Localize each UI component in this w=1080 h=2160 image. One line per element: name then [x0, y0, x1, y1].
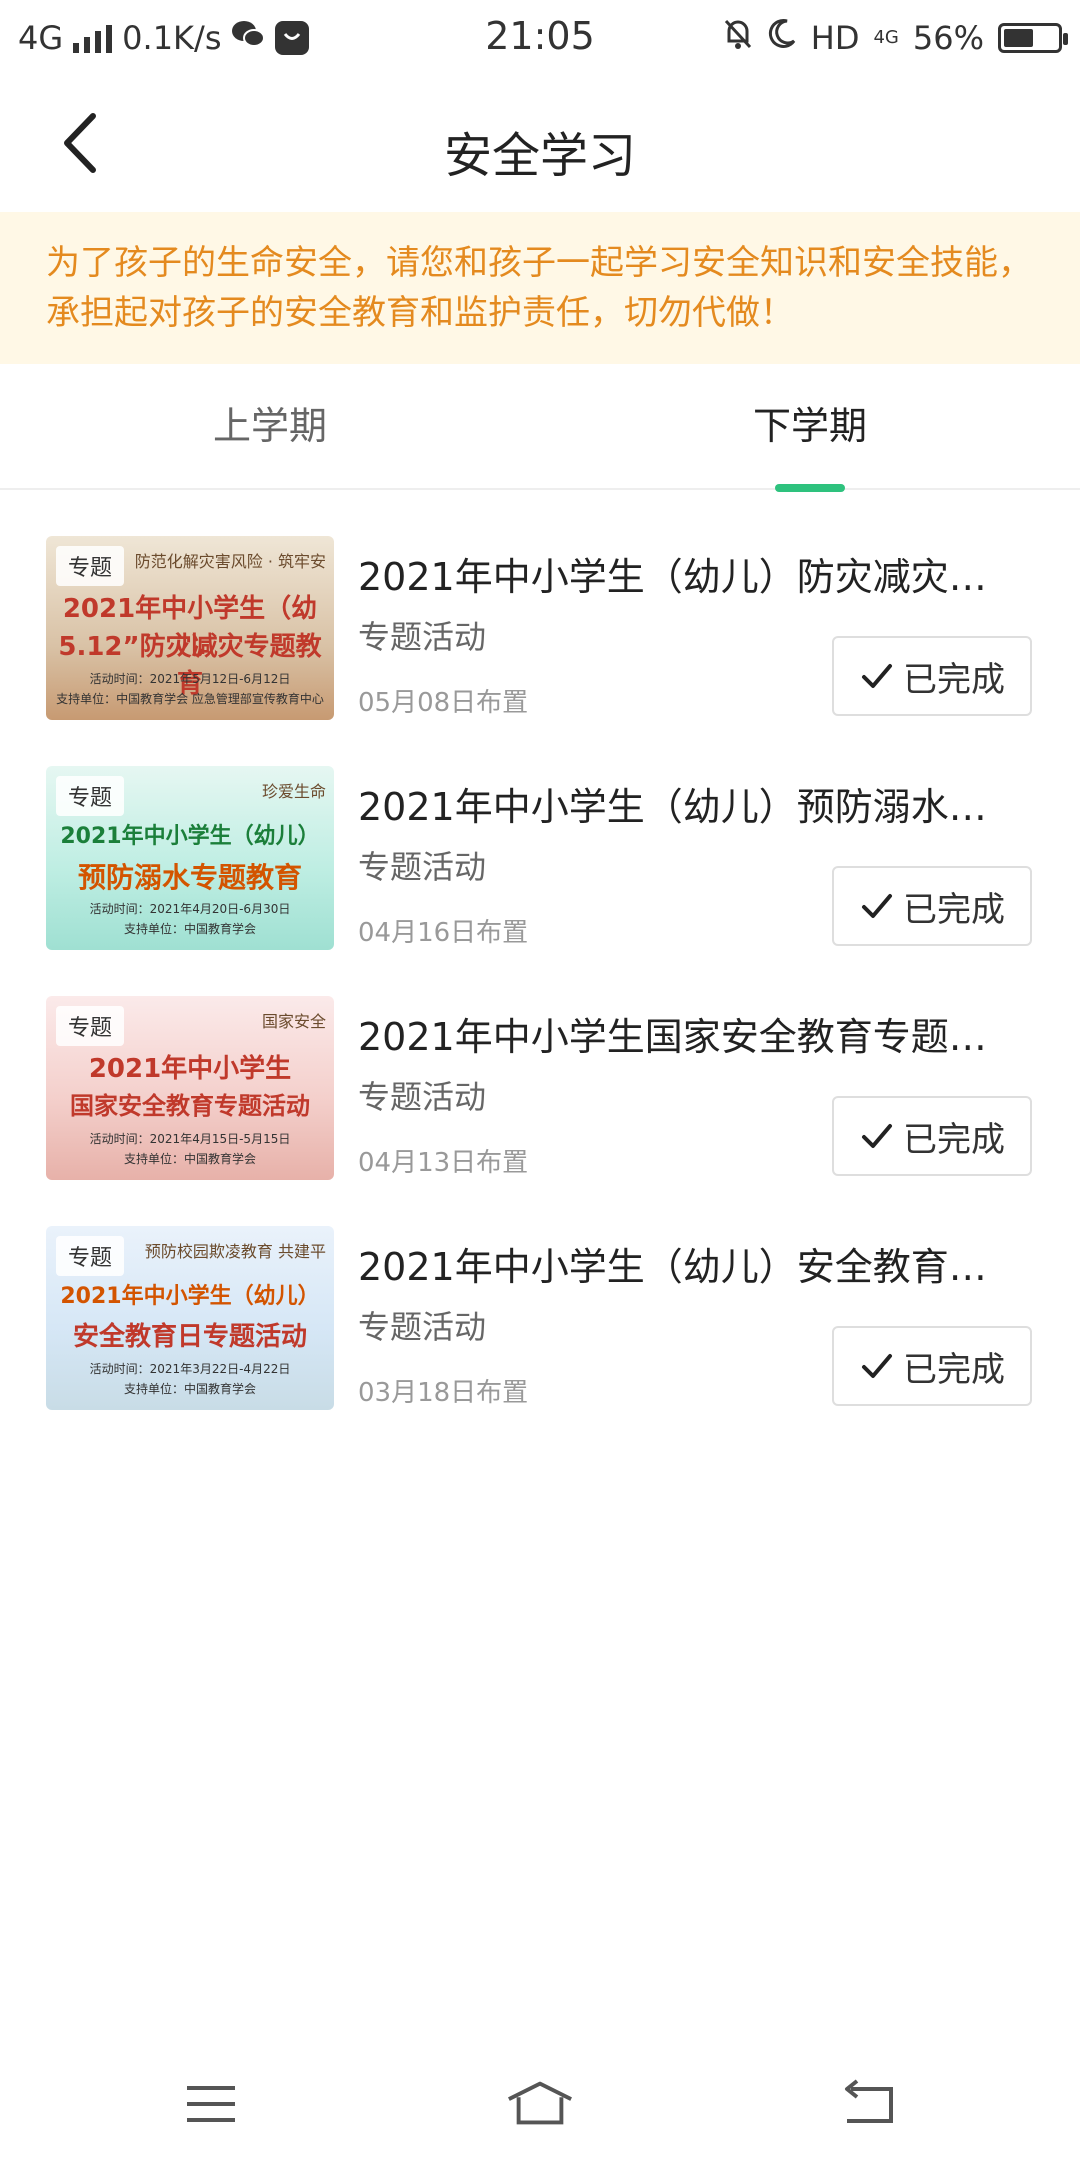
thumb-date: 活动时间：2021年4月15日-5月15日	[89, 1132, 291, 1146]
activity-thumbnail: 专题 防范化解灾害风险 · 筑牢安 2021年中小学生（幼儿 5.12”防灾减灾…	[46, 536, 334, 720]
safety-notice-banner: 为了孩子的生命安全，请您和孩子一起学习安全知识和安全技能，承担起对孩子的安全教育…	[0, 212, 1080, 364]
item-type: 专题活动	[358, 848, 487, 886]
item-date: 04月13日布置	[358, 1148, 529, 1178]
home-icon	[508, 2081, 572, 2125]
item-date: 05月08日布置	[358, 688, 529, 718]
list-item[interactable]: 专题 防范化解灾害风险 · 筑牢安 2021年中小学生（幼儿 5.12”防灾减灾…	[0, 536, 1080, 766]
item-title: 2021年中小学生（幼儿）安全教育…	[358, 1245, 987, 1289]
thumb-line1: 2021年中小学生（幼儿）	[60, 1284, 320, 1309]
item-title: 2021年中小学生（幼儿）预防溺水…	[358, 785, 987, 829]
hd-label: HD	[810, 19, 860, 57]
return-button[interactable]	[834, 2074, 904, 2134]
thumb-support: 支持单位：中国教育学会	[123, 1152, 256, 1166]
thumb-line2: 5.12”防灾减灾专题教育	[58, 632, 322, 699]
tab-first-semester[interactable]: 上学期	[0, 364, 540, 488]
thumb-slogan: 防范化解灾害风险 · 筑牢安	[134, 552, 326, 571]
activity-thumbnail: 专题 预防校园欺凌教育 共建平 2021年中小学生（幼儿） 安全教育日专题活动 …	[46, 1226, 334, 1410]
activity-thumbnail: 专题 珍爱生命 2021年中小学生（幼儿） 预防溺水专题教育 活动时间：2021…	[46, 766, 334, 950]
completed-label: 已完成	[903, 889, 1005, 930]
completed-label: 已完成	[903, 1119, 1005, 1160]
check-icon	[862, 894, 892, 918]
tab-second-semester[interactable]: 下学期	[540, 364, 1080, 488]
status-right: HD 4G 56%	[723, 14, 1068, 62]
item-type: 专题活动	[358, 1308, 487, 1346]
completed-label: 已完成	[903, 1349, 1005, 1390]
moon-icon	[767, 18, 797, 58]
thumb-line2: 预防溺水专题教育	[77, 861, 302, 894]
activity-thumbnail: 专题 国家安全 2021年中小学生 国家安全教育专题活动 活动时间：2021年4…	[46, 996, 334, 1180]
status-bar: 4G 0.1K/s 21:05 HD 4G 56%	[0, 0, 1080, 76]
thumb-support: 支持单位：中国教育学会 应急管理部宣传教育中心	[56, 692, 324, 706]
nav-bar: 安全学习	[0, 76, 1080, 212]
activity-list: 专题 防范化解灾害风险 · 筑牢安 2021年中小学生（幼儿 5.12”防灾减灾…	[0, 536, 1080, 1456]
thumb-line2: 国家安全教育专题活动	[70, 1092, 310, 1120]
thumb-tag: 专题	[56, 546, 125, 586]
safety-notice-text: 为了孩子的生命安全，请您和孩子一起学习安全知识和安全技能，承担起对孩子的安全教育…	[46, 243, 1032, 333]
completed-label: 已完成	[903, 659, 1005, 700]
thumb-slogan: 国家安全	[261, 1012, 326, 1031]
check-icon	[862, 1354, 892, 1378]
item-title: 2021年中小学生（幼儿）防灾减灾…	[358, 555, 987, 599]
thumb-line1: 2021年中小学生（幼儿）	[60, 824, 320, 849]
thumb-support: 支持单位：中国教育学会	[123, 1382, 256, 1396]
battery-percent: 56%	[912, 19, 984, 57]
list-item[interactable]: 专题 预防校园欺凌教育 共建平 2021年中小学生（幼儿） 安全教育日专题活动 …	[0, 1226, 1080, 1456]
completed-button[interactable]: 已完成	[832, 636, 1032, 716]
active-tab-indicator	[775, 484, 845, 492]
thumb-tag: 专题	[56, 1006, 125, 1046]
thumb-tag: 专题	[56, 1236, 125, 1276]
semester-tabs: 上学期 下学期	[0, 364, 1080, 490]
network-small: 4G	[873, 27, 899, 48]
page-title: 安全学习	[443, 128, 636, 184]
item-date: 04月16日布置	[358, 918, 529, 948]
item-title: 2021年中小学生国家安全教育专题…	[358, 1015, 987, 1059]
menu-icon	[187, 2086, 235, 2122]
check-icon	[862, 664, 892, 688]
thumb-slogan: 珍爱生命	[261, 782, 326, 801]
thumb-slogan: 预防校园欺凌教育 共建平	[144, 1242, 326, 1261]
system-nav-bar	[0, 2050, 1080, 2160]
battery-icon	[998, 23, 1068, 53]
list-item[interactable]: 专题 国家安全 2021年中小学生 国家安全教育专题活动 活动时间：2021年4…	[0, 996, 1080, 1226]
item-type: 专题活动	[358, 1078, 487, 1116]
home-button[interactable]	[505, 2074, 575, 2134]
completed-button[interactable]: 已完成	[832, 866, 1032, 946]
battery-fill	[1004, 29, 1033, 47]
item-date: 03月18日布置	[358, 1378, 529, 1408]
thumb-line2: 安全教育日专题活动	[72, 1322, 307, 1352]
thumb-support: 支持单位：中国教育学会	[123, 922, 256, 936]
completed-button[interactable]: 已完成	[832, 1096, 1032, 1176]
thumb-tag: 专题	[56, 776, 125, 816]
mute-bell-icon	[723, 17, 753, 59]
completed-button[interactable]: 已完成	[832, 1326, 1032, 1406]
list-item[interactable]: 专题 珍爱生命 2021年中小学生（幼儿） 预防溺水专题教育 活动时间：2021…	[0, 766, 1080, 996]
check-icon	[862, 1124, 892, 1148]
return-icon	[845, 2079, 893, 2123]
thumb-date: 活动时间：2021年3月22日-4月22日	[89, 1362, 291, 1376]
item-type: 专题活动	[358, 618, 487, 656]
thumb-date: 活动时间：2021年5月12日-6月12日	[89, 672, 291, 686]
thumb-date: 活动时间：2021年4月20日-6月30日	[89, 902, 291, 916]
menu-button[interactable]	[176, 2074, 246, 2134]
thumb-line1: 2021年中小学生	[88, 1054, 292, 1084]
